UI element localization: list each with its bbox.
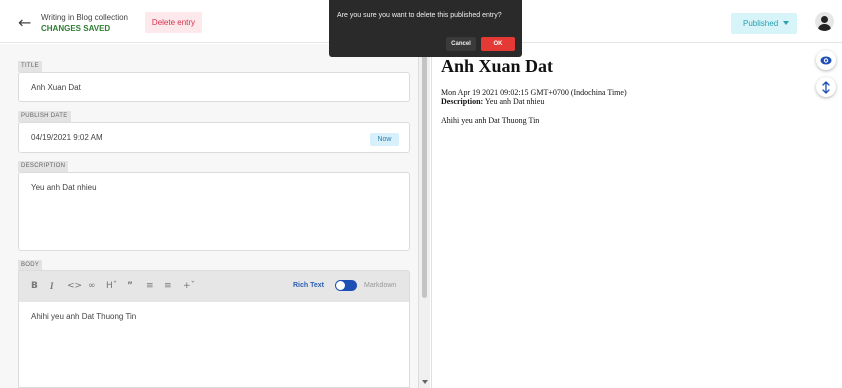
preview-description-value: Yeu anh Dat nhieu <box>484 97 545 106</box>
sync-scroll-button[interactable] <box>816 77 836 97</box>
link-icon[interactable]: ∞ <box>88 281 96 291</box>
title-input[interactable]: Anh Xuan Dat <box>18 72 410 102</box>
ok-button[interactable]: OK <box>481 37 515 51</box>
publish-date-value: 04/19/2021 9:02 AM <box>31 133 103 142</box>
italic-icon[interactable]: I <box>50 281 54 291</box>
sync-scroll-icon <box>822 80 830 94</box>
publish-date-input[interactable]: 04/19/2021 9:02 AM Now <box>18 122 410 153</box>
editor-mode-toggle[interactable] <box>335 280 357 291</box>
preview-body: Ahihi yeu anh Dat Thuong Tin <box>441 116 540 125</box>
preview-title: Anh Xuan Dat <box>441 56 554 76</box>
body-toolbar: B I <> ∞ Hˇ ” ≡ ≡ +ˇ Rich Text Markdown <box>18 270 410 302</box>
save-status: CHANGES SAVED <box>41 24 111 33</box>
publish-status-label: Published <box>743 19 779 28</box>
pane-divider <box>431 44 432 388</box>
title-label: TITLE <box>18 61 42 72</box>
description-label: DESCRIPTION <box>18 161 69 172</box>
quote-icon[interactable]: ” <box>127 281 133 291</box>
bold-icon[interactable]: B <box>31 281 38 291</box>
markdown-label: Markdown <box>364 282 397 289</box>
publish-status-dropdown[interactable]: Published <box>731 13 797 34</box>
editor-scrollbar[interactable] <box>418 44 430 388</box>
back-arrow-icon[interactable]: ← <box>18 13 31 32</box>
dialog-message: Are you sure you want to delete this pub… <box>337 12 502 19</box>
scroll-thumb[interactable] <box>422 48 427 298</box>
eye-icon <box>820 56 832 64</box>
scroll-down-arrow-icon[interactable] <box>422 380 428 384</box>
numbered-list-icon[interactable]: ≡ <box>164 281 172 291</box>
publish-date-label: PUBLISH DATE <box>18 111 71 122</box>
user-avatar[interactable] <box>815 12 834 31</box>
toggle-preview-button[interactable] <box>816 50 836 70</box>
preview-date: Mon Apr 19 2021 09:02:15 GMT+0700 (Indoc… <box>441 88 627 97</box>
now-button[interactable]: Now <box>370 133 399 146</box>
delete-entry-button[interactable]: Delete entry <box>145 12 202 33</box>
delete-confirm-dialog: Are you sure you want to delete this pub… <box>329 0 522 57</box>
caret-down-icon <box>783 21 789 25</box>
bullet-list-icon[interactable]: ≡ <box>146 281 154 291</box>
preview-description-label: Description: <box>441 97 484 106</box>
code-icon[interactable]: <> <box>67 281 82 291</box>
description-textarea[interactable]: Yeu anh Dat nhieu <box>18 172 410 251</box>
collection-breadcrumb[interactable]: Writing in Blog collection <box>41 13 128 22</box>
body-editor[interactable]: Ahihi yeu anh Dat Thuong Tin <box>18 302 410 388</box>
rich-text-label: Rich Text <box>293 282 324 289</box>
add-component-icon[interactable]: +ˇ <box>183 281 195 291</box>
heading-icon[interactable]: Hˇ <box>106 281 117 291</box>
cancel-button[interactable]: Cancel <box>446 37 476 51</box>
preview-description: Description: Yeu anh Dat nhieu <box>441 97 544 106</box>
